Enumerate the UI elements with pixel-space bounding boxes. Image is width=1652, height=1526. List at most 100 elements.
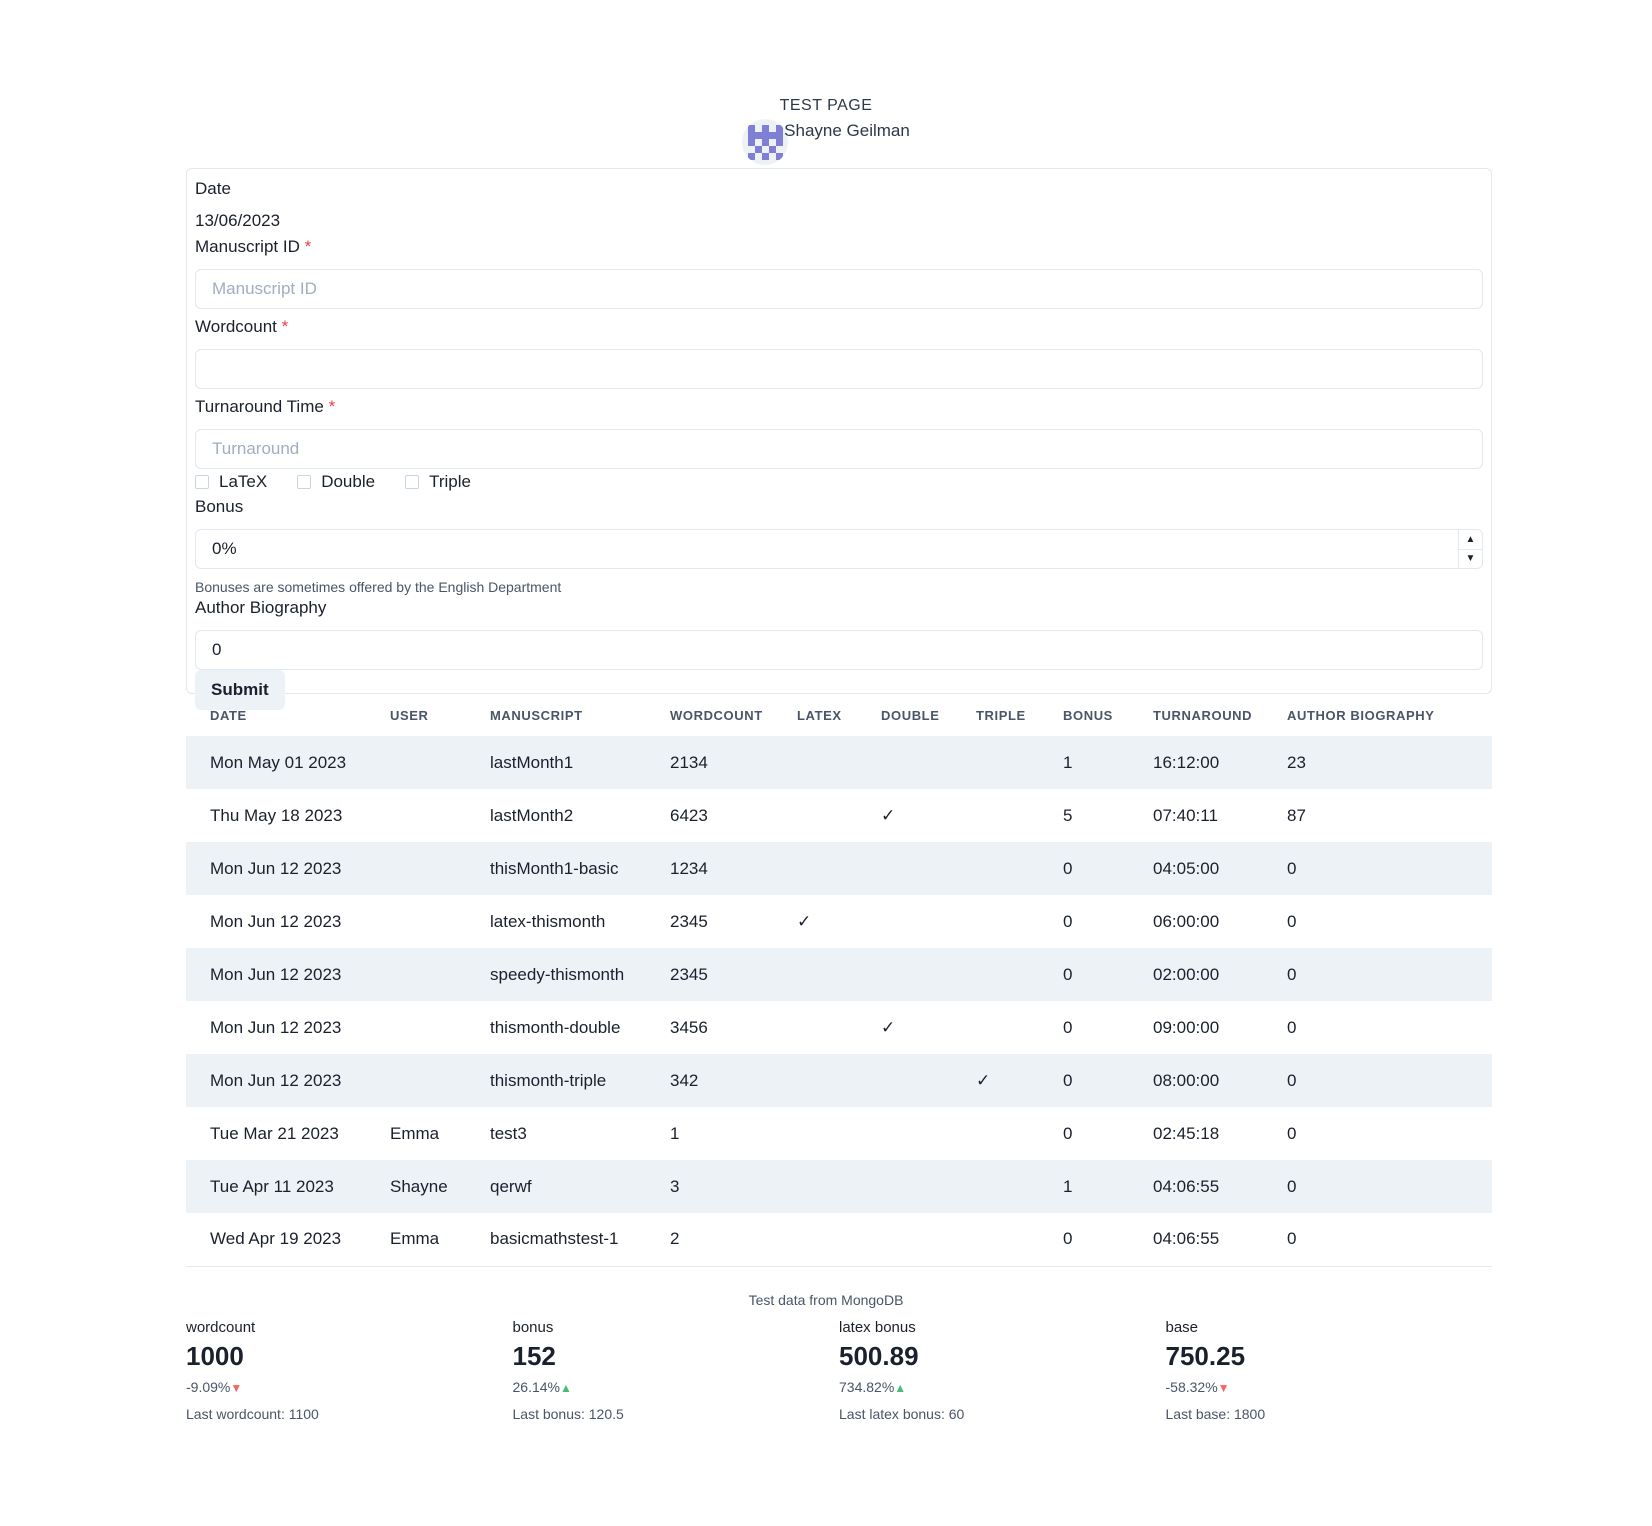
user-info: Shayne Geilman [0, 119, 1652, 165]
checkbox-box[interactable] [405, 475, 420, 489]
cell-turnaround: 09:00:00 [1153, 1017, 1220, 1037]
cell-user [366, 1054, 466, 1107]
table-row: Mon Jun 12 2023 thisMonth1-basic 1234 0 04:0… [186, 842, 1492, 895]
cell-date: Mon Jun 12 2023 [210, 1017, 342, 1037]
cell-user [366, 789, 466, 842]
table-header-row: DATE USER MANUSCRIPT WORDCOUNT LATEX DOU… [186, 694, 1492, 736]
page-header: TEST PAGE Shayne Geilman [0, 97, 1652, 165]
double-checkbox-label: Double [321, 472, 376, 491]
cell-bonus: 0 [1039, 1054, 1129, 1107]
cell-bonus: 0 [1039, 842, 1129, 895]
cell-date: Mon Jun 12 2023 [186, 948, 366, 1001]
table-row: Wed Apr 19 2023 Emma basicmathstest-1 2 0 04:… [186, 1213, 1492, 1267]
cell-manuscript: basicmathstest-1 [466, 1213, 646, 1267]
turnaround-input[interactable] [195, 429, 1483, 469]
date-label: Date [195, 179, 231, 198]
cell-bonus: 0 [1063, 911, 1073, 931]
table-row: Thu May 18 2023 lastMonth2 6423 ✓ 5 07:40:11 8… [186, 789, 1492, 842]
cell-double [857, 736, 952, 789]
manuscript-id-input[interactable] [195, 269, 1483, 309]
column-header: MANUSCRIPT [490, 707, 583, 723]
cell-wordcount: 1 [670, 1123, 680, 1143]
cell-double [857, 895, 952, 948]
cell-user [366, 895, 466, 948]
triangle-down-icon: ▼ [230, 1381, 243, 1395]
increment-icon[interactable]: ▲ [1459, 530, 1482, 549]
cell-triple [952, 842, 1039, 895]
double-checkbox[interactable]: Double [297, 472, 375, 492]
column-header: AUTHOR BIOGRAPHY [1287, 707, 1435, 723]
cell-wordcount: 3456 [670, 1017, 708, 1037]
stat-last: Last wordcount: 1100 [186, 1406, 319, 1422]
table-body: Mon May 01 2023 lastMonth1 2134 1 16:12:00 23… [186, 736, 1492, 1267]
cell-triple [952, 1107, 1039, 1160]
cell-manuscript: thismonth-double [490, 1017, 621, 1037]
cell-latex [773, 1001, 857, 1054]
turnaround-label-text: Turnaround Time [195, 397, 324, 416]
author-biography-input[interactable] [195, 630, 1483, 670]
cell-author-biography: 0 [1263, 842, 1492, 895]
cell-latex [773, 1107, 857, 1160]
page-title: TEST PAGE [779, 97, 873, 114]
wordcount-input[interactable] [195, 349, 1483, 389]
cell-user: Shayne [366, 1160, 466, 1213]
bonus-helper-text: Bonuses are sometimes offered by the Eng… [195, 579, 562, 595]
cell-bonus: 5 [1063, 805, 1073, 825]
manuscript-id-label-text: Manuscript ID [195, 237, 300, 256]
stat-base: base 750.25 -58.32%▼ Last base: 1800 [1166, 1318, 1493, 1424]
cell-wordcount: 2 [646, 1213, 773, 1267]
cell-user [366, 736, 466, 789]
cell-turnaround: 04:06:55 [1129, 1213, 1263, 1267]
cell-user [366, 842, 466, 895]
column-header: USER [390, 707, 429, 723]
manuscript-id-label: Manuscript ID * [195, 235, 1483, 259]
triangle-up-icon: ▲ [559, 1381, 572, 1395]
identicon-icon [748, 125, 784, 160]
cell-triple [952, 1001, 1039, 1054]
cell-turnaround: 04:05:00 [1129, 842, 1263, 895]
cell-user [366, 948, 466, 1001]
cell-wordcount: 6423 [670, 805, 708, 825]
cell-bonus: 0 [1063, 1123, 1073, 1143]
cell-manuscript: latex-thismonth [490, 911, 606, 931]
cell-latex [773, 736, 857, 789]
decrement-icon[interactable]: ▼ [1459, 548, 1482, 569]
cell-date: Tue Apr 11 2023 [186, 1160, 366, 1213]
bonus-input[interactable] [195, 529, 1483, 569]
cell-author-biography: 87 [1287, 805, 1306, 825]
cell-wordcount: 1234 [646, 842, 773, 895]
stat-last: Last base: 1800 [1165, 1406, 1266, 1422]
cell-bonus: 0 [1039, 948, 1129, 1001]
cell-bonus: 0 [1039, 1213, 1129, 1267]
cell-wordcount: 2345 [646, 948, 773, 1001]
checkbox-box[interactable] [297, 475, 312, 489]
checkbox-box[interactable] [195, 475, 209, 489]
triple-checkbox[interactable]: Triple [405, 472, 471, 492]
column-header: BONUS [1063, 707, 1113, 723]
cell-latex: ✓ [797, 911, 812, 931]
stat-last: Last latex bonus: 60 [839, 1406, 965, 1422]
stat-label: wordcount [186, 1319, 256, 1336]
cell-double [857, 948, 952, 1001]
stat-change: -9.09%▼ [186, 1376, 513, 1398]
avatar[interactable] [742, 119, 789, 165]
cell-bonus: 1 [1039, 1160, 1129, 1213]
wordcount-label-text: Wordcount [195, 317, 277, 336]
options-checkboxes: LaTeX Double Triple [195, 469, 1483, 495]
cell-author-biography: 0 [1287, 1017, 1297, 1037]
cell-turnaround: 06:00:00 [1153, 911, 1220, 931]
stat-label: bonus [512, 1319, 554, 1336]
cell-wordcount: 2345 [670, 911, 708, 931]
cell-author-biography: 0 [1263, 1054, 1492, 1107]
user-name: Shayne Geilman [784, 121, 910, 140]
bonus-label: Bonus [195, 497, 244, 516]
latex-checkbox[interactable]: LaTeX [195, 472, 267, 492]
cell-triple [952, 1160, 1039, 1213]
stat-label: base [1165, 1319, 1199, 1336]
cell-double [857, 1160, 952, 1213]
manuscript-form: Date 13/06/2023 Manuscript ID * Wordcoun… [186, 168, 1492, 710]
table-row: Tue Mar 21 2023 Emma test3 1 0 02:45:18 0 [186, 1107, 1492, 1160]
cell-double [857, 842, 952, 895]
cell-latex [773, 1213, 857, 1267]
cell-triple [952, 895, 1039, 948]
